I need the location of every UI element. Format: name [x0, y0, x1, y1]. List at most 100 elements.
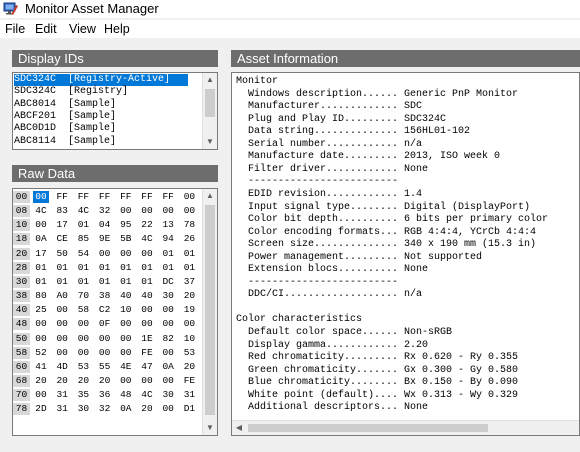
hex-byte-cell[interactable]: 36 — [97, 389, 113, 401]
hex-byte-cell[interactable]: 20 — [181, 361, 197, 373]
hex-byte-cell[interactable]: 00 — [160, 304, 176, 316]
hex-byte-cell[interactable]: 20 — [97, 375, 113, 387]
hex-byte-cell[interactable]: 00 — [54, 333, 70, 345]
hex-byte-cell[interactable]: 26 — [181, 233, 197, 245]
display-id-item[interactable]: ABCF201 [Sample] — [14, 111, 200, 123]
display-ids-list[interactable]: SDC324C [Registry-Active] SDC324C [Regist… — [12, 72, 218, 150]
hex-byte-cell[interactable]: 37 — [181, 276, 197, 288]
display-ids-scrollbar[interactable]: ▲ ▼ — [202, 73, 217, 149]
hex-byte-cell[interactable]: 4C — [139, 389, 155, 401]
hex-byte-cell[interactable]: 32 — [97, 205, 113, 217]
hex-byte-cell[interactable]: 52 — [33, 347, 49, 359]
hex-byte-cell[interactable]: 00 — [75, 318, 91, 330]
hex-byte-cell[interactable]: 83 — [54, 205, 70, 217]
hex-byte-cell[interactable]: 00 — [97, 333, 113, 345]
hex-byte-cell[interactable]: 00 — [160, 403, 176, 415]
hex-byte-cell[interactable]: 00 — [181, 205, 197, 217]
hex-byte-cell[interactable]: 01 — [75, 219, 91, 231]
hex-byte-cell[interactable]: 4C — [139, 233, 155, 245]
hex-byte-cell[interactable]: D1 — [181, 403, 197, 415]
scroll-up-arrow-icon[interactable]: ▲ — [203, 73, 217, 87]
hex-byte-cell[interactable]: 00 — [139, 248, 155, 260]
hex-byte-cell[interactable]: 31 — [181, 389, 197, 401]
hex-byte-cell[interactable]: 00 — [54, 318, 70, 330]
hex-byte-cell[interactable]: 01 — [33, 276, 49, 288]
hex-byte-cell[interactable]: 00 — [33, 333, 49, 345]
hex-byte-cell[interactable]: 0F — [97, 318, 113, 330]
hex-byte-cell[interactable]: 4C — [33, 205, 49, 217]
hex-byte-cell[interactable]: 30 — [160, 290, 176, 302]
hex-byte-cell[interactable]: 00 — [118, 248, 134, 260]
hex-byte-cell[interactable]: 01 — [181, 262, 197, 274]
scroll-thumb[interactable] — [205, 205, 215, 415]
hex-byte-cell[interactable]: 00 — [118, 205, 134, 217]
hex-byte-cell[interactable]: FE — [139, 347, 155, 359]
hex-byte-cell[interactable]: 00 — [160, 205, 176, 217]
hex-byte-cell[interactable]: 4E — [118, 361, 134, 373]
hex-byte-cell[interactable]: 00 — [181, 318, 197, 330]
raw-data-scrollbar[interactable]: ▲ ▼ — [202, 189, 217, 435]
hex-byte-cell[interactable]: 01 — [75, 276, 91, 288]
hex-byte-cell[interactable]: 9E — [97, 233, 113, 245]
menu-help[interactable]: Help — [104, 22, 130, 37]
hex-byte-cell[interactable]: 50 — [54, 248, 70, 260]
hex-byte-cell[interactable]: 00 — [54, 347, 70, 359]
hex-byte-cell[interactable]: 78 — [181, 219, 197, 231]
hex-byte-cell[interactable]: 0A — [33, 233, 49, 245]
hex-byte-cell[interactable]: 00 — [118, 347, 134, 359]
hex-byte-cell[interactable]: 00 — [160, 375, 176, 387]
hex-byte-cell[interactable]: 00 — [75, 347, 91, 359]
hex-byte-cell[interactable]: 0A — [118, 403, 134, 415]
hex-byte-cell[interactable]: 01 — [33, 262, 49, 274]
display-id-item[interactable]: SDC324C [Registry] — [14, 86, 200, 98]
menu-file[interactable]: File — [5, 22, 25, 37]
hex-byte-cell[interactable]: 01 — [139, 262, 155, 274]
hex-byte-cell[interactable]: 10 — [118, 304, 134, 316]
hex-byte-cell[interactable]: FF — [54, 191, 70, 203]
hex-byte-cell[interactable]: 40 — [118, 290, 134, 302]
hex-byte-cell[interactable]: 00 — [33, 318, 49, 330]
hex-byte-cell[interactable]: FF — [75, 191, 91, 203]
hex-byte-cell[interactable]: 00 — [139, 304, 155, 316]
hex-byte-cell[interactable]: 00 — [118, 375, 134, 387]
hex-byte-cell[interactable]: 19 — [181, 304, 197, 316]
scroll-down-arrow-icon[interactable]: ▼ — [203, 421, 217, 435]
menu-view[interactable]: View — [69, 22, 96, 37]
hex-byte-cell[interactable]: 1E — [139, 333, 155, 345]
scroll-thumb[interactable] — [205, 89, 215, 117]
hex-byte-cell[interactable]: 53 — [75, 361, 91, 373]
scroll-up-arrow-icon[interactable]: ▲ — [203, 189, 217, 203]
hex-byte-cell[interactable]: 48 — [118, 389, 134, 401]
hex-byte-cell[interactable]: FF — [97, 191, 113, 203]
hex-byte-cell[interactable]: FE — [181, 375, 197, 387]
hex-byte-cell[interactable]: 70 — [75, 290, 91, 302]
hex-byte-cell[interactable]: 00 — [118, 318, 134, 330]
hex-byte-cell[interactable]: 00 — [54, 304, 70, 316]
hex-byte-cell[interactable]: 25 — [33, 304, 49, 316]
hex-byte-cell[interactable]: 38 — [97, 290, 113, 302]
hex-byte-cell[interactable]: 01 — [118, 276, 134, 288]
hex-byte-cell[interactable]: C2 — [97, 304, 113, 316]
hex-byte-cell[interactable]: 00 — [181, 191, 197, 203]
hex-byte-cell[interactable]: 00 — [160, 318, 176, 330]
hex-byte-cell[interactable]: 85 — [75, 233, 91, 245]
hex-byte-cell[interactable]: 01 — [160, 262, 176, 274]
hex-byte-cell[interactable]: 31 — [54, 389, 70, 401]
hex-byte-cell[interactable]: 5B — [118, 233, 134, 245]
hex-byte-cell[interactable]: 00 — [75, 333, 91, 345]
hex-byte-cell[interactable]: 10 — [181, 333, 197, 345]
hex-byte-cell[interactable]: 01 — [160, 248, 176, 260]
hex-byte-cell[interactable]: CE — [54, 233, 70, 245]
hex-byte-cell[interactable]: 30 — [160, 389, 176, 401]
hex-byte-cell[interactable]: 00 — [97, 347, 113, 359]
hex-byte-cell[interactable]: 20 — [75, 375, 91, 387]
hex-byte-cell[interactable]: 41 — [33, 361, 49, 373]
hex-byte-cell[interactable]: 00 — [33, 191, 49, 203]
hex-byte-cell[interactable]: FF — [160, 191, 176, 203]
hex-byte-cell[interactable]: 32 — [97, 403, 113, 415]
hex-byte-cell[interactable]: 00 — [33, 219, 49, 231]
hex-byte-cell[interactable]: 17 — [33, 248, 49, 260]
hex-byte-cell[interactable]: 00 — [139, 205, 155, 217]
hex-byte-cell[interactable]: 01 — [118, 262, 134, 274]
raw-data-grid[interactable]: 00 00 FF FF FF FF FF FF 00 08 4C 83 4C 32 00 00 00 00 10 00… — [12, 188, 218, 436]
